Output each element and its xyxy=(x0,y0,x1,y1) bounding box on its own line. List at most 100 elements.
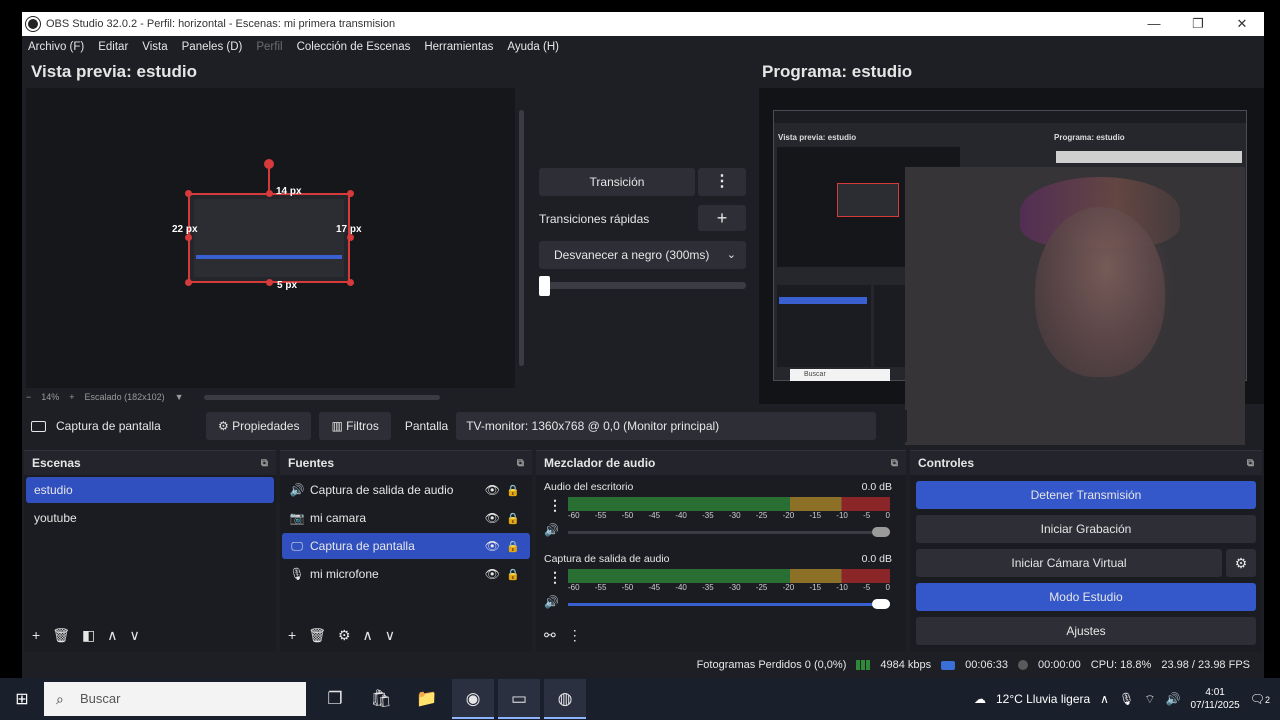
source-settings-icon[interactable]: ⚙ xyxy=(338,627,351,644)
lock-icon[interactable]: 🔒 xyxy=(506,568,520,581)
channel-menu-icon[interactable]: ⋮ xyxy=(548,497,562,514)
resize-handle-top[interactable] xyxy=(266,190,273,197)
camera-icon: 📷 xyxy=(289,511,305,525)
scene-item-youtube[interactable]: youtube xyxy=(26,505,274,531)
channel-menu-icon[interactable]: ⋮ xyxy=(548,569,562,586)
volume-slider-knob[interactable] xyxy=(872,527,890,537)
preview-scrollbar[interactable] xyxy=(519,110,524,366)
move-up-icon[interactable]: ∧ xyxy=(363,627,373,644)
studio-mode-button[interactable]: Modo Estudio xyxy=(916,583,1256,611)
transition-button[interactable]: Transición xyxy=(539,168,695,196)
microphone-icon[interactable]: 🎙 xyxy=(1119,692,1134,706)
resize-handle-right[interactable] xyxy=(347,234,354,241)
store-icon[interactable]: 🛍 xyxy=(360,679,402,719)
recorder-app-icon[interactable]: ▭ xyxy=(498,679,540,719)
menu-view[interactable]: Vista xyxy=(142,41,167,53)
tick: -35 xyxy=(702,583,714,592)
properties-button[interactable]: ⚙ Propiedades xyxy=(206,412,312,440)
menu-help[interactable]: Ayuda (H) xyxy=(507,41,559,53)
volume-slider[interactable] xyxy=(568,599,890,609)
filters-button[interactable]: ▥ Filtros xyxy=(319,412,391,440)
resize-handle-bottom[interactable] xyxy=(266,279,273,286)
advanced-audio-icon[interactable]: ⚯ xyxy=(544,627,556,644)
undock-icon[interactable]: ⧉ xyxy=(517,458,524,469)
add-source-icon[interactable]: + xyxy=(288,627,296,644)
eye-icon[interactable]: 👁 xyxy=(485,567,500,581)
scene-filters-icon[interactable]: ◧ xyxy=(82,627,95,644)
undock-icon[interactable]: ⧉ xyxy=(261,458,268,469)
windows-start-icon[interactable]: ⊞ xyxy=(0,689,44,709)
undock-icon[interactable]: ⧉ xyxy=(1247,458,1254,469)
source-item-screen-capture[interactable]: 🖵 Captura de pantalla 👁 🔒 xyxy=(282,533,530,559)
scene-item-estudio[interactable]: estudio xyxy=(26,477,274,503)
eye-icon[interactable]: 👁 xyxy=(485,483,500,497)
speaker-icon[interactable]: 🔊 xyxy=(544,523,559,537)
remove-scene-icon[interactable]: 🗑 xyxy=(52,627,70,644)
weather-icon[interactable]: ☁ xyxy=(974,692,986,706)
selected-source-bounding-box[interactable] xyxy=(188,193,350,283)
chrome-icon[interactable]: ◉ xyxy=(452,679,494,719)
resize-handle-bottom-right[interactable] xyxy=(347,279,354,286)
network-icon[interactable]: ⌔ xyxy=(1144,692,1155,707)
obs-app-icon[interactable]: ◍ xyxy=(544,679,586,719)
lock-icon[interactable]: 🔒 xyxy=(506,512,520,525)
source-item-audio-output[interactable]: 🔊 Captura de salida de audio 👁 🔒 xyxy=(282,477,530,503)
add-quick-transition-button[interactable]: + xyxy=(698,205,746,231)
signal-bars-icon xyxy=(856,660,871,670)
chevron-up-icon[interactable]: ∧ xyxy=(1100,692,1109,706)
source-item-camera[interactable]: 📷 mi camara 👁 🔒 xyxy=(282,505,530,531)
menu-edit[interactable]: Editar xyxy=(98,41,128,53)
clock[interactable]: 4:01 07/11/2025 xyxy=(1190,686,1239,712)
mixer-menu-icon[interactable]: ⋮ xyxy=(568,627,582,644)
preview-horizontal-scrollbar[interactable] xyxy=(203,394,440,400)
volume-icon[interactable]: 🔊 xyxy=(1165,692,1180,706)
transition-options-button[interactable]: ⋮ xyxy=(698,168,746,196)
volume-slider[interactable] xyxy=(568,527,890,537)
menu-docks[interactable]: Paneles (D) xyxy=(182,41,243,53)
weather-text[interactable]: 12°C Lluvia ligera xyxy=(996,692,1090,706)
rotation-handle[interactable] xyxy=(264,159,274,169)
resize-handle-left[interactable] xyxy=(185,234,192,241)
taskbar-search[interactable]: ⌕ Buscar xyxy=(44,682,306,716)
eye-icon[interactable]: 👁 xyxy=(485,539,500,553)
transition-slider[interactable] xyxy=(539,276,746,296)
resize-handle-top-right[interactable] xyxy=(347,190,354,197)
minimize-button[interactable]: — xyxy=(1132,12,1176,36)
source-item-microphone[interactable]: 🎙 mi microfone 👁 🔒 xyxy=(282,561,530,587)
stream-time: 00:06:33 xyxy=(965,659,1008,671)
add-scene-icon[interactable]: + xyxy=(32,627,40,644)
maximize-button[interactable]: ❐ xyxy=(1176,12,1220,36)
zoom-out-button[interactable]: − xyxy=(26,392,31,402)
menu-profile[interactable]: Perfil xyxy=(256,41,282,53)
resize-handle-top-left[interactable] xyxy=(185,190,192,197)
move-up-icon[interactable]: ∧ xyxy=(107,627,117,644)
file-explorer-icon[interactable]: 📁 xyxy=(406,679,448,719)
resize-handle-bottom-left[interactable] xyxy=(185,279,192,286)
move-down-icon[interactable]: ∨ xyxy=(129,627,139,644)
menu-file[interactable]: Archivo (F) xyxy=(28,41,84,53)
menu-tools[interactable]: Herramientas xyxy=(424,41,493,53)
zoom-in-button[interactable]: + xyxy=(69,392,74,402)
transition-select[interactable]: Desvanecer a negro (300ms) ⌄ xyxy=(539,241,746,269)
menu-scene-collection[interactable]: Colección de Escenas xyxy=(297,41,411,53)
remove-source-icon[interactable]: 🗑 xyxy=(308,627,326,644)
lock-icon[interactable]: 🔒 xyxy=(506,484,520,497)
volume-slider-knob[interactable] xyxy=(872,599,890,609)
lock-icon[interactable]: 🔒 xyxy=(506,540,520,553)
scale-dropdown-icon[interactable]: ▼ xyxy=(175,392,184,402)
start-virtual-camera-button[interactable]: Iniciar Cámara Virtual xyxy=(916,549,1222,577)
speaker-icon[interactable]: 🔊 xyxy=(544,595,559,609)
notifications-icon[interactable]: 🗨2 xyxy=(1250,692,1270,706)
start-recording-button[interactable]: Iniciar Grabación xyxy=(916,515,1256,543)
task-view-icon[interactable]: ❐ xyxy=(314,679,356,719)
gear-icon[interactable]: ⚙ xyxy=(1226,549,1256,577)
move-down-icon[interactable]: ∨ xyxy=(385,627,395,644)
undock-icon[interactable]: ⧉ xyxy=(891,458,898,469)
eye-icon[interactable]: 👁 xyxy=(485,511,500,525)
display-select[interactable]: TV-monitor: 1360x768 @ 0,0 (Monitor prin… xyxy=(456,412,877,440)
stop-streaming-button[interactable]: Detener Transmisión xyxy=(916,481,1256,509)
close-button[interactable]: ✕ xyxy=(1220,12,1264,36)
transition-slider-knob[interactable] xyxy=(539,276,550,296)
tick: -55 xyxy=(594,511,607,520)
settings-button[interactable]: Ajustes xyxy=(916,617,1256,645)
